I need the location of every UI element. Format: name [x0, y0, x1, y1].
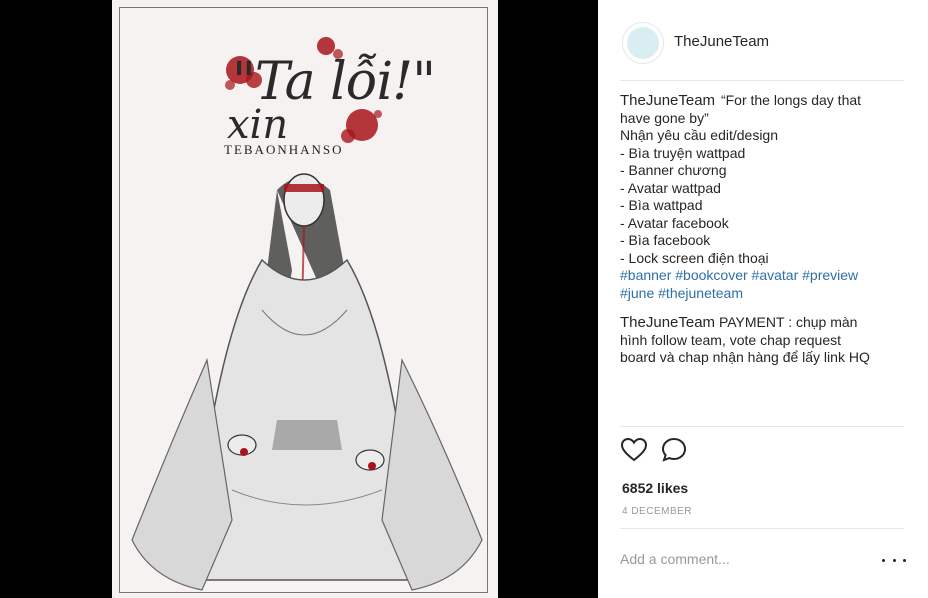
header-divider	[620, 80, 904, 81]
caption-author[interactable]: TheJuneTeam	[620, 92, 715, 109]
hashtag-links[interactable]: #june #thejuneteam	[620, 285, 904, 303]
post-image-pane: "Ta lỗi!" xin TEBAONHANSO	[0, 0, 598, 598]
heart-icon[interactable]	[620, 436, 648, 464]
profile-avatar[interactable]	[622, 22, 664, 64]
comment-divider	[620, 528, 904, 529]
post-actions	[620, 436, 740, 468]
caption-line: - Lock screen điện thoại	[620, 249, 769, 266]
caption-line: “For the longs day that	[720, 92, 862, 108]
caption-line: have gone by”	[620, 109, 709, 126]
cover-title-block: "Ta lỗi!" xin TEBAONHANSO	[112, 30, 498, 160]
more-dots-icon[interactable]	[882, 550, 906, 570]
comment-text: board và chap nhận hàng để lấy link HQ	[620, 349, 870, 365]
comment-text: PAYMENT : chụp màn	[718, 314, 858, 330]
comment-author[interactable]: TheJuneTeam	[620, 314, 715, 331]
caption-line: Nhận yêu cầu edit/design	[620, 127, 778, 143]
post-caption: TheJuneTeam “For the longs day that have…	[620, 92, 904, 302]
post-detail-panel: TheJuneTeam TheJuneTeam “For the longs d…	[598, 0, 928, 598]
actions-divider	[620, 426, 904, 427]
caption-line: - Avatar wattpad	[620, 179, 721, 196]
hashtag-links[interactable]: #banner #bookcover #avatar #preview	[620, 267, 904, 285]
caption-line: - Avatar facebook	[620, 214, 729, 231]
caption-line: - Bìa truyện wattpad	[620, 144, 746, 161]
cover-author: TEBAONHANSO	[224, 142, 344, 157]
caption-line: - Bìa wattpad	[620, 197, 703, 213]
caption-line: - Banner chương	[620, 162, 727, 178]
book-cover-image: "Ta lỗi!" xin TEBAONHANSO	[112, 0, 498, 598]
comment-text: hình follow team, vote chap request	[620, 331, 842, 348]
likes-count[interactable]: 6852 likes	[622, 480, 688, 496]
comment-item: TheJuneTeam PAYMENT : chụp màn hình foll…	[620, 314, 904, 367]
avatar-image	[627, 27, 659, 59]
post-header: TheJuneTeam	[598, 0, 928, 80]
account-username[interactable]: TheJuneTeam	[674, 33, 769, 50]
speech-bubble-icon[interactable]	[660, 436, 688, 464]
illustration-figure	[131, 173, 483, 591]
caption-line: - Bìa facebook	[620, 232, 711, 248]
add-comment-input[interactable]: Add a comment...	[620, 551, 860, 567]
post-date: 4 DECEMBER	[622, 506, 693, 517]
